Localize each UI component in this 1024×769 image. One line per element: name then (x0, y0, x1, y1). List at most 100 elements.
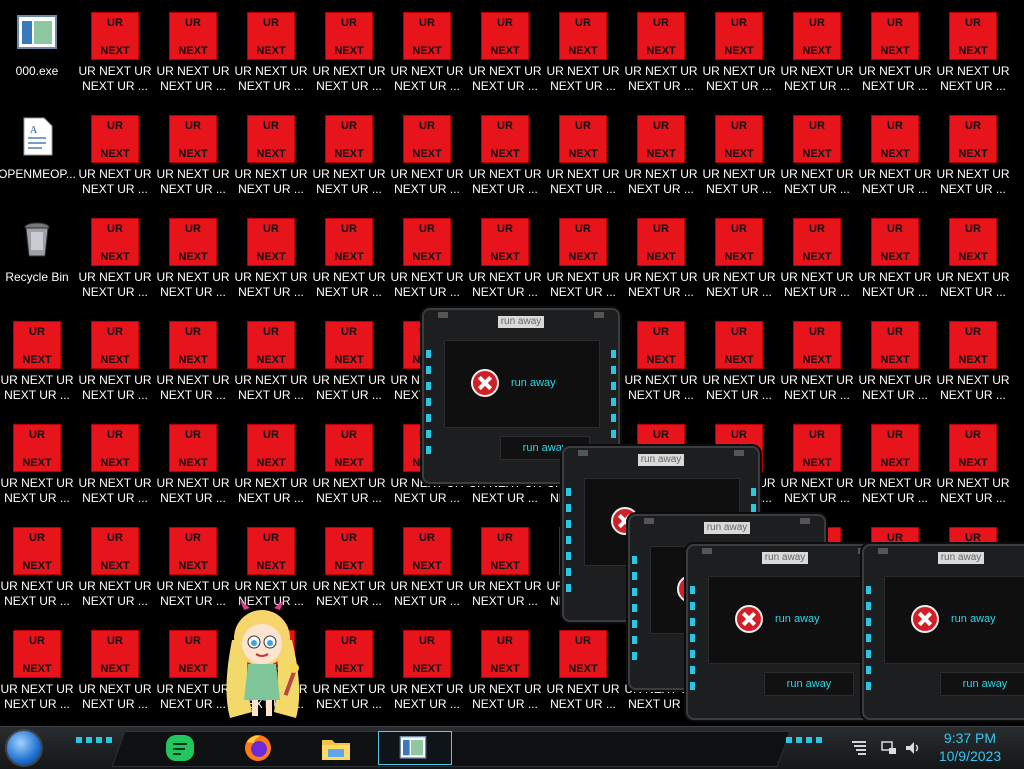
notes-app-icon[interactable] (164, 733, 196, 763)
ur-next-icon[interactable]: UR NEXT UR NEXT URNEXT UR ... (312, 521, 386, 617)
ur-next-icon[interactable]: UR NEXT UR NEXT URNEXT UR ... (0, 521, 74, 617)
ur-next-icon[interactable]: UR NEXT UR NEXT URNEXT UR ... (624, 109, 698, 205)
ur-next-icon[interactable]: UR NEXT UR NEXT URNEXT UR ... (390, 212, 464, 308)
file-explorer-icon[interactable] (320, 733, 352, 763)
ur-next-icon[interactable]: UR NEXT UR NEXT URNEXT UR ... (780, 212, 854, 308)
run-away-dialog[interactable]: run away run away run away (686, 544, 884, 720)
next-text: NEXT (568, 148, 598, 160)
ur-next-icon[interactable]: UR NEXT UR NEXT URNEXT UR ... (546, 212, 620, 308)
run-away-button[interactable]: run away (764, 672, 854, 696)
ur-next-icon[interactable]: UR NEXT UR NEXT URNEXT UR ... (78, 521, 152, 617)
network-icon[interactable] (880, 739, 898, 757)
run-away-button[interactable]: run away (940, 672, 1024, 696)
ur-next-icon[interactable]: UR NEXT UR NEXT URNEXT UR ... (390, 624, 464, 720)
ur-next-icon[interactable]: UR NEXT UR NEXT URNEXT UR ... (234, 6, 308, 102)
dialog-caption[interactable]: run away (638, 454, 684, 466)
ur-next-label: UR NEXT URNEXT UR ... (778, 270, 856, 300)
ur-next-image: UR NEXT (559, 630, 607, 678)
ur-next-icon[interactable]: UR NEXT UR NEXT URNEXT UR ... (936, 109, 1010, 205)
ur-next-icon[interactable]: UR NEXT UR NEXT URNEXT UR ... (78, 624, 152, 720)
ur-next-icon[interactable]: UR NEXT UR NEXT URNEXT UR ... (234, 109, 308, 205)
ur-next-icon[interactable]: UR NEXT UR NEXT URNEXT UR ... (780, 315, 854, 411)
ur-next-icon[interactable]: UR NEXT UR NEXT URNEXT UR ... (78, 315, 152, 411)
dialog-caption[interactable]: run away (704, 522, 750, 534)
ur-next-icon[interactable]: UR NEXT UR NEXT URNEXT UR ... (234, 212, 308, 308)
ur-next-icon[interactable]: UR NEXT UR NEXT URNEXT UR ... (468, 521, 542, 617)
ur-next-icon[interactable]: UR NEXT UR NEXT URNEXT UR ... (0, 624, 74, 720)
volume-icon[interactable] (904, 739, 922, 757)
ur-next-icon[interactable]: UR NEXT UR NEXT URNEXT UR ... (858, 418, 932, 514)
ur-next-icon[interactable]: UR NEXT UR NEXT URNEXT UR ... (0, 418, 74, 514)
dialog-caption[interactable]: run away (938, 552, 984, 564)
ur-next-label: UR NEXT URNEXT UR ... (388, 270, 466, 300)
active-window-icon[interactable] (378, 731, 452, 765)
run-away-dialog[interactable]: run away run away run away (862, 544, 1024, 720)
ur-next-icon[interactable]: UR NEXT UR NEXT URNEXT UR ... (936, 212, 1010, 308)
ur-next-icon[interactable]: UR NEXT UR NEXT URNEXT UR ... (156, 418, 230, 514)
ur-next-image: UR NEXT (91, 218, 139, 266)
ur-next-icon[interactable]: UR NEXT UR NEXT URNEXT UR ... (468, 6, 542, 102)
ur-next-icon[interactable]: UR NEXT UR NEXT URNEXT UR ... (234, 418, 308, 514)
ur-next-icon[interactable]: UR NEXT UR NEXT URNEXT UR ... (624, 212, 698, 308)
ur-next-icon[interactable]: UR NEXT UR NEXT URNEXT UR ... (78, 418, 152, 514)
ur-next-icon[interactable]: UR NEXT UR NEXT URNEXT UR ... (936, 418, 1010, 514)
ur-next-image: UR NEXT (949, 424, 997, 472)
ur-next-label: UR NEXT URNEXT UR ... (934, 476, 1012, 506)
start-button[interactable] (7, 731, 41, 765)
ur-next-icon[interactable]: UR NEXT UR NEXT URNEXT UR ... (156, 315, 230, 411)
desktop-icon-000exe[interactable]: 000.exe (0, 6, 74, 102)
action-center-icon[interactable] (850, 739, 868, 757)
dialog-caption[interactable]: run away (498, 316, 544, 328)
ur-next-icon[interactable]: UR NEXT UR NEXT URNEXT UR ... (936, 6, 1010, 102)
dialog-caption[interactable]: run away (762, 552, 808, 564)
next-text: NEXT (100, 560, 130, 572)
ur-next-icon[interactable]: UR NEXT UR NEXT URNEXT UR ... (546, 109, 620, 205)
next-text: NEXT (646, 251, 676, 263)
ur-next-icon[interactable]: UR NEXT UR NEXT URNEXT UR ... (624, 315, 698, 411)
ur-next-icon[interactable]: UR NEXT UR NEXT URNEXT UR ... (156, 6, 230, 102)
ur-next-icon[interactable]: UR NEXT UR NEXT URNEXT UR ... (780, 418, 854, 514)
ur-next-icon[interactable]: UR NEXT UR NEXT URNEXT UR ... (936, 315, 1010, 411)
taskbar-clock[interactable]: 9:37 PM 10/9/2023 (930, 729, 1010, 765)
ur-next-icon[interactable]: UR NEXT UR NEXT URNEXT UR ... (234, 315, 308, 411)
ur-text: UR (731, 120, 747, 132)
ur-next-icon[interactable]: UR NEXT UR NEXT URNEXT UR ... (468, 624, 542, 720)
ur-next-icon[interactable]: UR NEXT UR NEXT URNEXT UR ... (390, 521, 464, 617)
ur-next-icon[interactable]: UR NEXT UR NEXT URNEXT UR ... (78, 109, 152, 205)
dialog-body: run away (884, 576, 1024, 664)
ur-next-icon[interactable]: UR NEXT UR NEXT URNEXT UR ... (858, 6, 932, 102)
ur-next-icon[interactable]: UR NEXT UR NEXT URNEXT UR ... (624, 6, 698, 102)
ur-next-icon[interactable]: UR NEXT UR NEXT URNEXT UR ... (0, 315, 74, 411)
ur-next-icon[interactable]: UR NEXT UR NEXT URNEXT UR ... (468, 212, 542, 308)
ur-next-icon[interactable]: UR NEXT UR NEXT URNEXT UR ... (390, 6, 464, 102)
ur-next-icon[interactable]: UR NEXT UR NEXT URNEXT UR ... (156, 109, 230, 205)
ur-next-icon[interactable]: UR NEXT UR NEXT URNEXT UR ... (156, 212, 230, 308)
ur-next-icon[interactable]: UR NEXT UR NEXT URNEXT UR ... (702, 109, 776, 205)
ur-next-icon[interactable]: UR NEXT UR NEXT URNEXT UR ... (78, 212, 152, 308)
ur-next-icon[interactable]: UR NEXT UR NEXT URNEXT UR ... (390, 109, 464, 205)
ur-next-icon[interactable]: UR NEXT UR NEXT URNEXT UR ... (78, 6, 152, 102)
next-text: NEXT (22, 560, 52, 572)
ur-next-icon[interactable]: UR NEXT UR NEXT URNEXT UR ... (312, 212, 386, 308)
ur-next-icon[interactable]: UR NEXT UR NEXT URNEXT UR ... (546, 6, 620, 102)
ur-next-icon[interactable]: UR NEXT UR NEXT URNEXT UR ... (312, 624, 386, 720)
ur-next-icon[interactable]: UR NEXT UR NEXT URNEXT UR ... (312, 418, 386, 514)
ur-next-icon[interactable]: UR NEXT UR NEXT URNEXT UR ... (858, 212, 932, 308)
label-line2: NEXT UR ... (784, 491, 850, 505)
desktop-icon-recycle-bin[interactable]: Recycle Bin (0, 212, 74, 308)
ur-next-icon[interactable]: UR NEXT UR NEXT URNEXT UR ... (858, 315, 932, 411)
ur-next-icon[interactable]: UR NEXT UR NEXT URNEXT UR ... (312, 6, 386, 102)
firefox-icon[interactable] (242, 733, 274, 763)
ur-next-icon[interactable]: UR NEXT UR NEXT URNEXT UR ... (780, 6, 854, 102)
ur-next-icon[interactable]: UR NEXT UR NEXT URNEXT UR ... (702, 212, 776, 308)
ur-next-icon[interactable]: UR NEXT UR NEXT URNEXT UR ... (312, 315, 386, 411)
ur-next-icon[interactable]: UR NEXT UR NEXT URNEXT UR ... (702, 6, 776, 102)
ur-next-icon[interactable]: UR NEXT UR NEXT URNEXT UR ... (312, 109, 386, 205)
desktop-icon-openmeop[interactable]: A OPENMEOP... (0, 109, 76, 205)
ur-next-icon[interactable]: UR NEXT UR NEXT URNEXT UR ... (702, 315, 776, 411)
next-text: NEXT (880, 45, 910, 57)
ur-next-icon[interactable]: UR NEXT UR NEXT URNEXT UR ... (780, 109, 854, 205)
ur-next-icon[interactable]: UR NEXT UR NEXT URNEXT UR ... (858, 109, 932, 205)
ur-next-icon[interactable]: UR NEXT UR NEXT URNEXT UR ... (468, 109, 542, 205)
ur-next-icon[interactable]: UR NEXT UR NEXT URNEXT UR ... (546, 624, 620, 720)
